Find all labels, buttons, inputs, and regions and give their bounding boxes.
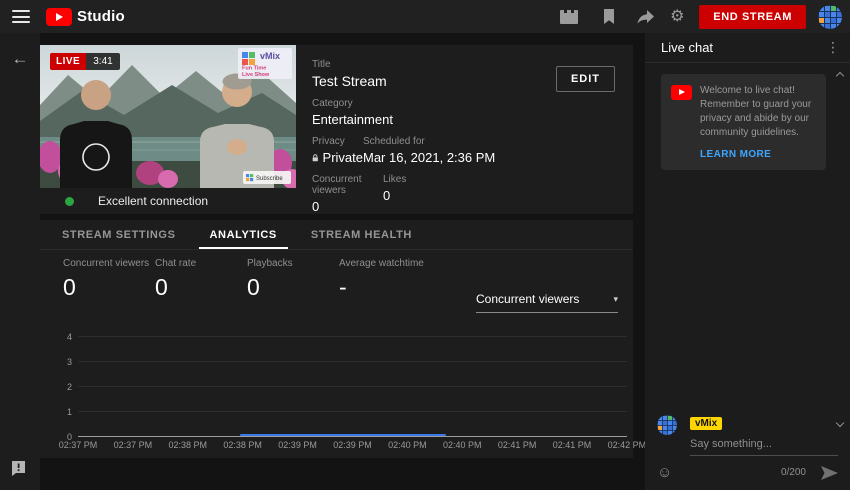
privacy-label: Privacy: [312, 136, 363, 147]
send-icon[interactable]: [820, 466, 838, 480]
chat-header: Live chat ⋮: [645, 33, 850, 63]
x-tick-label: 02:39 PM: [327, 440, 377, 450]
metric-average-watchtime: Average watchtime -: [339, 258, 424, 301]
scheduled-label: Scheduled for: [363, 136, 563, 147]
gridline: [78, 386, 627, 387]
chart-plot: 01234: [78, 337, 627, 437]
live-label: LIVE: [50, 53, 86, 70]
welcome-message-text: Welcome to live chat! Remember to guard …: [700, 84, 816, 140]
connection-status-row: Excellent connection: [40, 188, 633, 214]
gridline: [78, 336, 627, 337]
settings-gear-icon[interactable]: ⚙: [665, 5, 689, 29]
chat-user-avatar: [657, 415, 677, 435]
tab-bar: STREAM SETTINGS ANALYTICS STREAM HEALTH: [40, 220, 633, 250]
title-label: Title: [312, 59, 563, 70]
y-tick-label: 4: [56, 332, 72, 342]
youtube-logo-icon[interactable]: [46, 8, 72, 26]
studio-brand-label: Studio: [77, 8, 125, 25]
chat-message-input[interactable]: Say something...: [690, 438, 838, 456]
end-stream-button[interactable]: END STREAM: [699, 5, 806, 29]
y-tick-label: 3: [56, 357, 72, 367]
left-rail: ←: [0, 33, 40, 490]
subscribe-overlay: Subscribe: [243, 171, 291, 184]
y-tick-label: 2: [56, 382, 72, 392]
account-avatar[interactable]: [818, 5, 842, 29]
metrics-row: Concurrent viewers 0 Chat rate 0 Playbac…: [63, 258, 424, 301]
stream-info-card: vMix Fun Time Live Show Subscribe LIVE 3…: [40, 45, 633, 214]
chart-line-series: [240, 434, 446, 436]
gridline: [78, 361, 627, 362]
live-badge: LIVE 3:41: [50, 53, 120, 70]
stream-category: Entertainment: [312, 112, 563, 127]
bookmark-icon[interactable]: [597, 5, 621, 29]
category-label: Category: [312, 98, 563, 109]
hamburger-menu-icon[interactable]: [12, 10, 30, 23]
x-tick-label: 02:39 PM: [273, 440, 323, 450]
learn-more-link[interactable]: LEARN MORE: [700, 149, 816, 160]
share-icon[interactable]: [633, 5, 657, 29]
x-axis-labels: 02:37 PM 02:37 PM 02:38 PM 02:38 PM 02:39 PM…: [53, 440, 652, 450]
connection-status-text: Excellent connection: [98, 194, 208, 208]
gridline: [78, 411, 627, 412]
live-video-preview[interactable]: vMix Fun Time Live Show Subscribe LIVE 3…: [40, 45, 296, 188]
tab-stream-settings[interactable]: STREAM SETTINGS: [51, 220, 187, 249]
y-tick-label: 1: [56, 407, 72, 417]
chat-welcome-card: Welcome to live chat! Remember to guard …: [661, 74, 826, 170]
analytics-card: STREAM SETTINGS ANALYTICS STREAM HEALTH …: [40, 220, 633, 458]
edit-button[interactable]: EDIT: [556, 66, 615, 92]
metric-playbacks: Playbacks 0: [247, 258, 339, 301]
x-tick-label: 02:37 PM: [53, 440, 103, 450]
connection-status-dot: [65, 197, 74, 206]
feedback-icon[interactable]: [10, 460, 27, 482]
x-tick-label: 02:37 PM: [108, 440, 158, 450]
kebab-menu-icon[interactable]: ⋮: [824, 39, 842, 56]
svg-text:Live Show: Live Show: [242, 72, 270, 78]
top-bar: Studio ⚙ END STREAM: [0, 0, 850, 33]
tab-stream-health[interactable]: STREAM HEALTH: [300, 220, 423, 249]
privacy-value: Private: [323, 150, 363, 165]
youtube-icon: [671, 85, 692, 100]
svg-text:Subscribe: Subscribe: [256, 176, 283, 182]
x-tick-label: 02:41 PM: [492, 440, 542, 450]
elapsed-time: 3:41: [86, 53, 119, 70]
chat-username-badge: vMix: [690, 417, 722, 430]
metric-chat-rate: Chat rate 0: [155, 258, 247, 301]
chevron-down-icon: ▾: [613, 294, 618, 305]
svg-text:vMix: vMix: [260, 51, 280, 61]
x-tick-label: 02:41 PM: [547, 440, 597, 450]
back-arrow-icon[interactable]: ←: [0, 45, 40, 73]
lock-icon: [312, 152, 319, 164]
scroll-up-icon[interactable]: [836, 72, 844, 80]
x-tick-label: 02:40 PM: [382, 440, 432, 450]
gridline: [78, 436, 627, 437]
x-tick-label: 02:40 PM: [437, 440, 487, 450]
stream-title: Test Stream: [312, 73, 563, 89]
metric-select-dropdown[interactable]: Concurrent viewers ▾: [476, 292, 618, 313]
chat-title: Live chat: [661, 40, 713, 55]
tab-analytics[interactable]: ANALYTICS: [199, 220, 288, 249]
live-chat-panel: Live chat ⋮ Welcome to live chat! Rememb…: [645, 33, 850, 490]
x-tick-label: 02:38 PM: [163, 440, 213, 450]
movies-icon[interactable]: [557, 5, 581, 29]
char-counter: 0/200: [781, 467, 806, 478]
scheduled-value: Mar 16, 2021, 2:36 PM: [363, 150, 563, 165]
likes-label: Likes: [383, 174, 406, 185]
chat-input-area: vMix Say something... ☺ 0/200: [645, 405, 850, 490]
svg-text:Fun Time: Fun Time: [242, 66, 266, 72]
metric-concurrent-viewers: Concurrent viewers 0: [63, 258, 155, 301]
emoji-icon[interactable]: ☺: [657, 465, 672, 480]
vmix-logo-overlay: vMix Fun Time Live Show: [238, 48, 292, 79]
x-tick-label: 02:38 PM: [218, 440, 268, 450]
